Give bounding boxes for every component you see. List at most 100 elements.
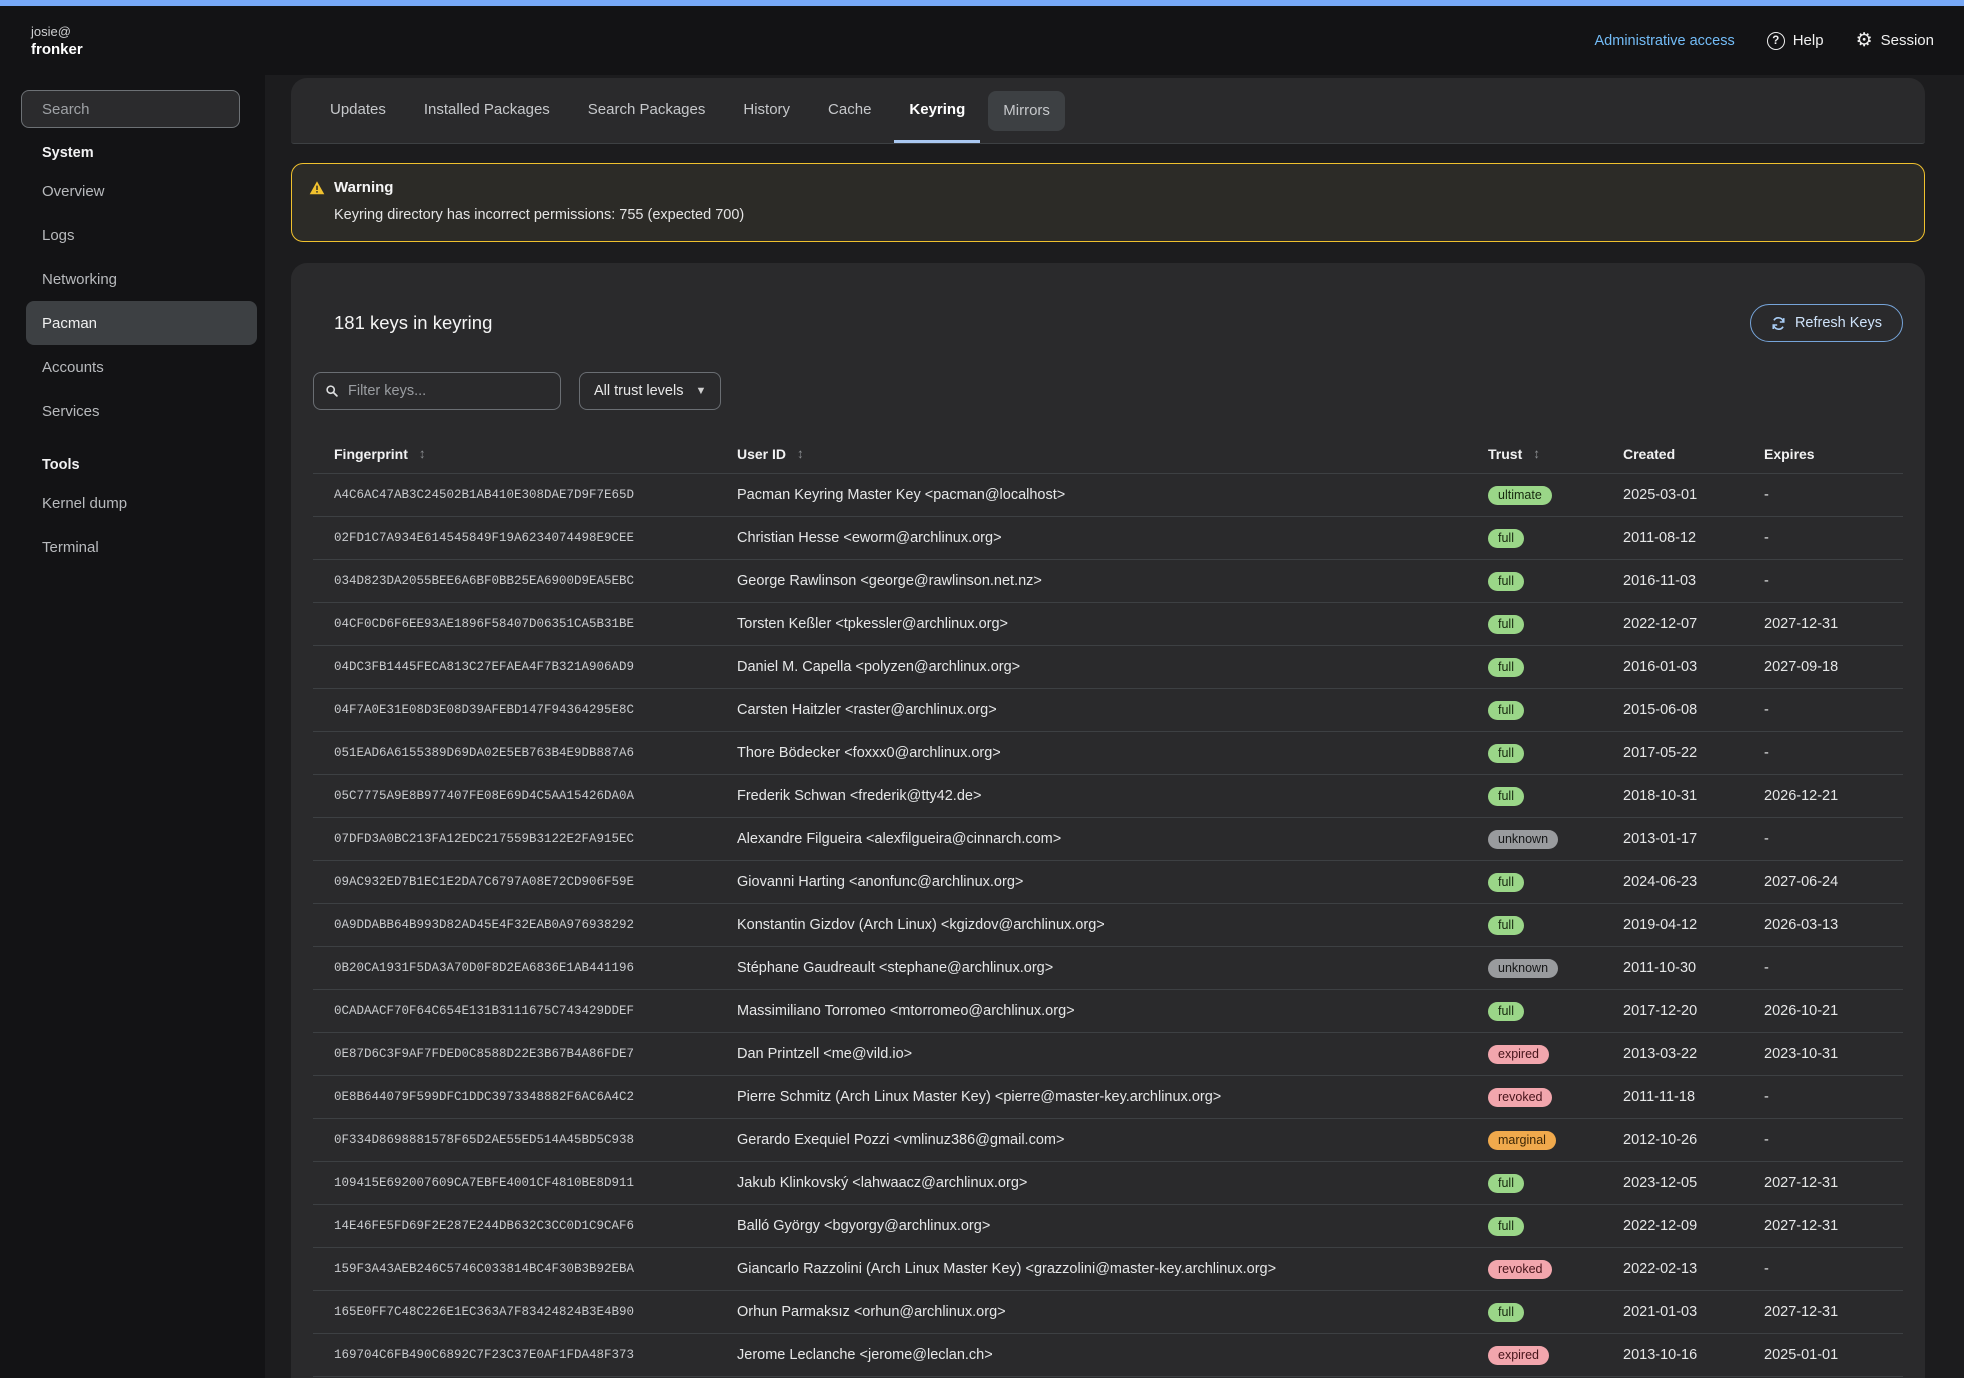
key-row[interactable]: 0CADAACF70F64C654E131B3111675C743429DDEF… <box>313 990 1903 1033</box>
key-expires: - <box>1743 1132 1903 1148</box>
host-switcher[interactable]: josie@ fronker <box>31 23 83 59</box>
sidebar-nav-item[interactable]: Networking <box>26 257 257 301</box>
key-created: 2013-01-17 <box>1602 831 1743 847</box>
sidebar-nav-item[interactable]: Terminal <box>26 525 257 569</box>
help-label: Help <box>1793 32 1824 49</box>
sort-icon: ↕ <box>1533 446 1540 461</box>
key-row[interactable]: 109415E692007609CA7EBFE4001CF4810BE8D911… <box>313 1162 1903 1205</box>
key-row[interactable]: 0B20CA1931F5DA3A70D0F8D2EA6836E1AB441196… <box>313 947 1903 990</box>
key-fingerprint: 09AC932ED7B1EC1E2DA7C6797A08E72CD906F59E <box>313 875 716 889</box>
key-row[interactable]: 159F3A43AEB246C5746C033814BC4F30B3B92EBA… <box>313 1248 1903 1291</box>
tab-label: Keyring <box>909 101 965 118</box>
key-row[interactable]: 09AC932ED7B1EC1E2DA7C6797A08E72CD906F59E… <box>313 861 1903 904</box>
sidebar-nav-item[interactable]: Logs <box>26 213 257 257</box>
tab[interactable]: Search Packages <box>573 78 721 143</box>
key-user-id: Carsten Haitzler <raster@archlinux.org> <box>716 702 1467 718</box>
key-row[interactable]: 05C7775A9E8B977407FE08E69D4C5AA15426DA0A… <box>313 775 1903 818</box>
session-menu[interactable]: ⚙ Session <box>1856 31 1934 50</box>
key-expires: - <box>1743 1089 1903 1105</box>
key-row[interactable]: A4C6AC47AB3C24502B1AB410E308DAE7D9F7E65D… <box>313 474 1903 517</box>
key-fingerprint: 05C7775A9E8B977407FE08E69D4C5AA15426DA0A <box>313 789 716 803</box>
tab-label: History <box>743 101 790 118</box>
trust-level-select[interactable]: All trust levels ▼ <box>579 372 721 410</box>
key-fingerprint: 165E0FF7C48C226E1EC363A7F83424824B3E4B90 <box>313 1305 716 1319</box>
key-row[interactable]: 04CF0CD6F6EE93AE1896F58407D06351CA5B31BE… <box>313 603 1903 646</box>
key-row[interactable]: 04DC3FB1445FECA813C27EFAEA4F7B321A906AD9… <box>313 646 1903 689</box>
key-created: 2017-05-22 <box>1602 745 1743 761</box>
key-row[interactable]: 169704C6FB490C6892C7F23C37E0AF1FDA48F373… <box>313 1334 1903 1377</box>
sidebar-nav-item[interactable]: Overview <box>26 169 257 213</box>
key-user-id: Orhun Parmaksız <orhun@archlinux.org> <box>716 1304 1467 1320</box>
filter-keys-box[interactable] <box>313 372 561 410</box>
key-fingerprint: 0E8B644079F599DFC1DDC3973348882F6AC6A4C2 <box>313 1090 716 1104</box>
key-fingerprint: 0CADAACF70F64C654E131B3111675C743429DDEF <box>313 1004 716 1018</box>
key-row[interactable]: 07DFD3A0BC213FA12EDC217559B3122E2FA915EC… <box>313 818 1903 861</box>
masthead-username: josie@ <box>31 23 83 40</box>
filter-keys-input[interactable] <box>348 383 549 399</box>
sidebar-search-input[interactable] <box>42 101 241 118</box>
trust-badge: marginal <box>1488 1131 1556 1150</box>
key-fingerprint: 0A9DDABB64B993D82AD45E4F32EAB0A976938292 <box>313 918 716 932</box>
column-header[interactable]: User ID ↕ <box>716 446 1467 462</box>
sidebar-search[interactable] <box>21 90 240 128</box>
column-header[interactable]: Created ↕ <box>1602 446 1743 462</box>
column-header[interactable]: Expires ↕ <box>1743 446 1903 462</box>
help-menu[interactable]: ? Help <box>1767 32 1824 50</box>
tab[interactable]: Updates <box>315 78 401 143</box>
key-fingerprint: 07DFD3A0BC213FA12EDC217559B3122E2FA915EC <box>313 832 716 846</box>
tab[interactable]: Cache <box>813 78 886 143</box>
key-created: 2018-10-31 <box>1602 788 1743 804</box>
key-expires: - <box>1743 487 1903 503</box>
administrative-access-link[interactable]: Administrative access <box>1595 33 1735 49</box>
key-row[interactable]: 034D823DA2055BEE6A6BF0BB25EA6900D9EA5EBC… <box>313 560 1903 603</box>
tab[interactable]: Installed Packages <box>409 78 565 143</box>
keyring-card-header: 181 keys in keyring Refresh Keys <box>313 303 1903 343</box>
key-row[interactable]: 02FD1C7A934E614545849F19A6234074498E9CEE… <box>313 517 1903 560</box>
key-row[interactable]: 051EAD6A6155389D69DA02E5EB763B4E9DB887A6… <box>313 732 1903 775</box>
key-row[interactable]: 0A9DDABB64B993D82AD45E4F32EAB0A976938292… <box>313 904 1903 947</box>
sort-icon: ↕ <box>419 446 426 461</box>
tab-label: Updates <box>330 101 386 118</box>
key-fingerprint: 169704C6FB490C6892C7F23C37E0AF1FDA48F373 <box>313 1348 716 1362</box>
trust-badge: revoked <box>1488 1088 1552 1107</box>
column-header-label: Expires <box>1764 446 1815 462</box>
key-row[interactable]: 0E87D6C3F9AF7FDED0C8588D22E3B67B4A86FDE7… <box>313 1033 1903 1076</box>
key-created: 2024-06-23 <box>1602 874 1743 890</box>
keyring-summary: 181 keys in keyring <box>334 312 492 334</box>
key-row[interactable]: 04F7A0E31E08D3E08D39AFEBD147F94364295E8C… <box>313 689 1903 732</box>
sidebar-nav-item[interactable]: Accounts <box>26 345 257 389</box>
key-user-id: Pacman Keyring Master Key <pacman@localh… <box>716 487 1467 503</box>
key-row[interactable]: 14E46FE5FD69F2E287E244DB632C3CC0D1C9CAF6… <box>313 1205 1903 1248</box>
alert-message: Keyring directory has incorrect permissi… <box>309 204 1904 226</box>
tab[interactable]: Keyring <box>894 78 980 143</box>
filter-toolbar: All trust levels ▼ <box>313 372 1903 410</box>
key-expires: - <box>1743 530 1903 546</box>
tab[interactable]: History <box>728 78 805 143</box>
trust-badge: full <box>1488 916 1524 935</box>
key-row[interactable]: 165E0FF7C48C226E1EC363A7F83424824B3E4B90… <box>313 1291 1903 1334</box>
tab-label: Search Packages <box>588 101 706 118</box>
sidebar-nav-item[interactable]: Pacman <box>26 301 257 345</box>
key-fingerprint: 034D823DA2055BEE6A6BF0BB25EA6900D9EA5EBC <box>313 574 716 588</box>
key-row[interactable]: 0F334D8698881578F65D2AE55ED514A45BD5C938… <box>313 1119 1903 1162</box>
key-user-id: Giovanni Harting <anonfunc@archlinux.org… <box>716 874 1467 890</box>
refresh-keys-button[interactable]: Refresh Keys <box>1750 304 1903 342</box>
nav-item-label: Services <box>42 403 100 420</box>
sidebar-nav-item[interactable]: Kernel dump <box>26 481 257 525</box>
column-header-label: Created <box>1623 446 1675 462</box>
nav-item-label: Networking <box>42 271 117 288</box>
key-created: 2023-12-05 <box>1602 1175 1743 1191</box>
key-user-id: Thore Bödecker <foxxx0@archlinux.org> <box>716 745 1467 761</box>
trust-badge: full <box>1488 787 1524 806</box>
tab[interactable]: Mirrors <box>988 91 1065 131</box>
key-user-id: Giancarlo Razzolini (Arch Linux Master K… <box>716 1261 1467 1277</box>
column-header[interactable]: Fingerprint ↕ <box>313 446 716 462</box>
key-fingerprint: 02FD1C7A934E614545849F19A6234074498E9CEE <box>313 531 716 545</box>
key-expires: 2025-01-01 <box>1743 1347 1903 1363</box>
nav-item-label: Kernel dump <box>42 495 127 512</box>
keyring-card: 181 keys in keyring Refresh Keys <box>291 263 1925 1378</box>
sidebar-nav-item[interactable]: Services <box>26 389 257 433</box>
key-created: 2011-11-18 <box>1602 1089 1743 1105</box>
column-header[interactable]: Trust ↕ <box>1467 446 1602 462</box>
key-row[interactable]: 0E8B644079F599DFC1DDC3973348882F6AC6A4C2… <box>313 1076 1903 1119</box>
